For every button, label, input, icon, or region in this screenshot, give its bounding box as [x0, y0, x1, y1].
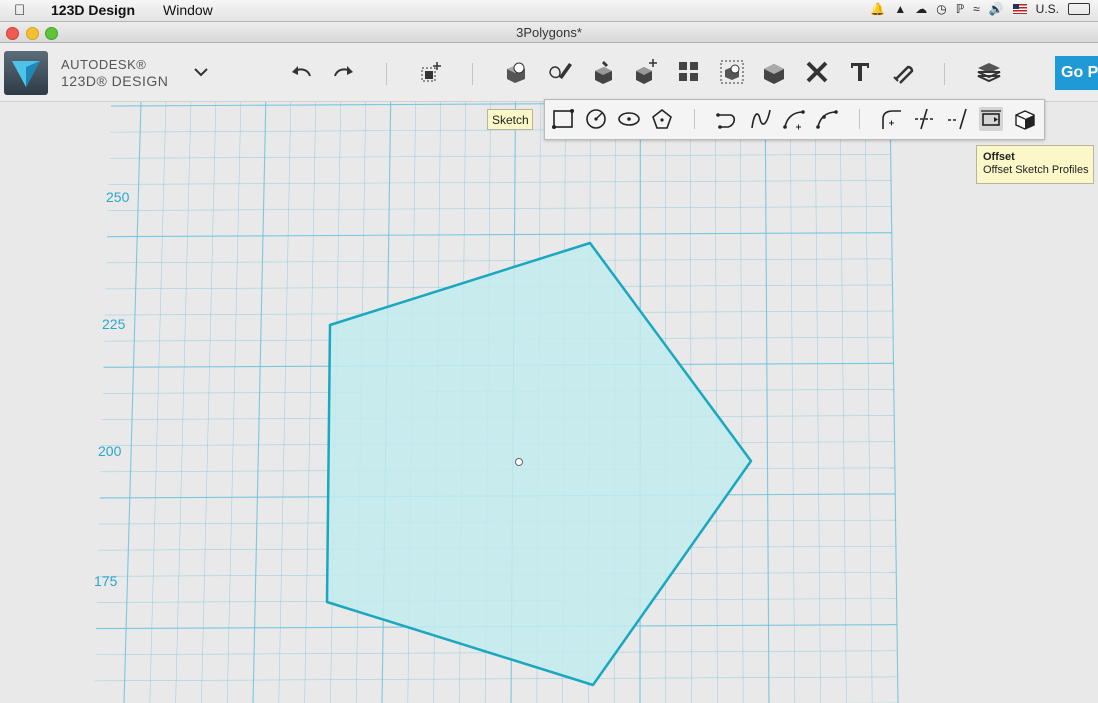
grid-line [94, 676, 898, 682]
apple-menu-icon[interactable]:  [14, 2, 25, 19]
sketch-icon[interactable] [547, 59, 573, 85]
grid-line [149, 102, 167, 703]
grouping-icon[interactable] [719, 59, 745, 85]
grid-line [201, 102, 217, 703]
pentagon-sketch-profile[interactable] [325, 241, 753, 687]
sketch-grid [94, 102, 899, 703]
wifi-icon[interactable]: ≈ [973, 2, 980, 16]
sketch-project-icon[interactable] [1013, 107, 1037, 131]
primitives-icon[interactable] [503, 59, 529, 85]
grid-line [839, 102, 847, 703]
grid-line [739, 102, 744, 703]
sketch-trim-icon[interactable] [913, 107, 937, 131]
sketch-rectangle-icon[interactable] [551, 107, 575, 131]
grid-line [304, 102, 317, 703]
layers-icon[interactable] [976, 59, 1002, 85]
app-logo[interactable] [4, 51, 48, 95]
sketch-three-point-arc-icon[interactable] [815, 107, 839, 131]
axis-label-250: 250 [106, 189, 130, 205]
go-pro-button[interactable]: Go Pro [1055, 56, 1098, 90]
grid-line [764, 102, 770, 703]
main-toolbar: AUTODESK® 123D® DESIGN [0, 43, 1098, 102]
grid-line [106, 258, 893, 264]
axis-label-200: 200 [98, 443, 122, 459]
add-primitive-icon[interactable] [418, 59, 444, 85]
measure-icon[interactable] [804, 59, 830, 85]
input-source-label[interactable]: U.S. [1036, 2, 1059, 16]
volume-icon[interactable]: 🔊 [989, 2, 1004, 16]
window-title: 3Polygons* [516, 25, 582, 40]
modify-icon[interactable] [633, 59, 659, 85]
grid-line [278, 102, 292, 703]
sketch-spline-icon[interactable] [749, 107, 773, 131]
toolbar-divider [386, 63, 387, 85]
time-machine-icon[interactable]: ◷ [936, 2, 946, 16]
window-titlebar: 3Polygons* [0, 22, 1098, 43]
subtoolbar-divider [694, 109, 695, 129]
offset-tooltip: Offset Offset Sketch Profiles [976, 145, 1094, 184]
battery-icon[interactable] [1068, 3, 1090, 15]
sketch-offset-icon[interactable] [979, 107, 1003, 131]
combine-icon[interactable] [761, 59, 787, 85]
sketch-extend-icon[interactable] [946, 107, 970, 131]
grid-line [109, 153, 891, 159]
construct-icon[interactable] [590, 59, 616, 85]
grid-line [108, 180, 892, 185]
sketch-polygon-icon[interactable] [650, 107, 674, 131]
grid-line [175, 102, 192, 703]
offset-tooltip-title: Offset [983, 151, 1015, 163]
toolbar-divider [944, 63, 945, 85]
app-menu-chevron-icon[interactable] [188, 59, 214, 85]
app-menu[interactable]: 123D Design [51, 2, 135, 18]
grid-line [107, 206, 892, 211]
grid-line [714, 102, 718, 703]
grid-line [864, 102, 873, 703]
menu-bar:  123D Design Window 🔔 ▲ ☁ ◷ ℙ ≈ 🔊 U.S. [0, 0, 1098, 22]
sketch-ellipse-icon[interactable] [617, 107, 641, 131]
grid-line [107, 232, 892, 238]
status-area: 🔔 ▲ ☁ ◷ ℙ ≈ 🔊 U.S. [870, 2, 1090, 16]
grid-line [814, 102, 821, 703]
polygon-center-point[interactable] [515, 458, 523, 466]
menu-window[interactable]: Window [163, 2, 213, 18]
brand-autodesk: AUTODESK® [61, 57, 147, 72]
undo-icon[interactable] [289, 59, 315, 85]
subtoolbar-divider [859, 109, 860, 129]
redo-icon[interactable] [330, 59, 356, 85]
axis-label-175: 175 [94, 573, 118, 589]
grid-line [789, 102, 796, 703]
toolbar-divider [472, 63, 473, 85]
sketch-fillet-icon[interactable] [879, 107, 903, 131]
brand-product: 123D® DESIGN [61, 73, 169, 89]
offset-tooltip-description: Offset Sketch Profiles [983, 164, 1089, 176]
drive-icon[interactable]: ▲ [894, 2, 906, 16]
grid-line [252, 102, 267, 703]
design-viewport[interactable]: 250 225 200 175 [0, 102, 1098, 703]
grid-line [226, 102, 242, 703]
axis-label-225: 225 [102, 316, 126, 332]
text-icon[interactable] [847, 59, 873, 85]
pattern-icon[interactable] [676, 59, 702, 85]
grid-line [889, 102, 899, 703]
sketch-circle-icon[interactable] [584, 107, 608, 131]
bluetooth-icon[interactable]: ℙ [956, 2, 964, 16]
sketch-tooltip: Sketch [487, 109, 533, 130]
notification-icon[interactable]: 🔔 [870, 2, 885, 16]
flag-icon [1012, 4, 1027, 14]
sketch-subtoolbar [544, 99, 1045, 140]
sketch-two-point-arc-icon[interactable] [782, 107, 806, 131]
sketch-polyline-icon[interactable] [716, 107, 740, 131]
cloud-icon[interactable]: ☁ [915, 2, 927, 16]
snap-icon[interactable] [890, 59, 916, 85]
